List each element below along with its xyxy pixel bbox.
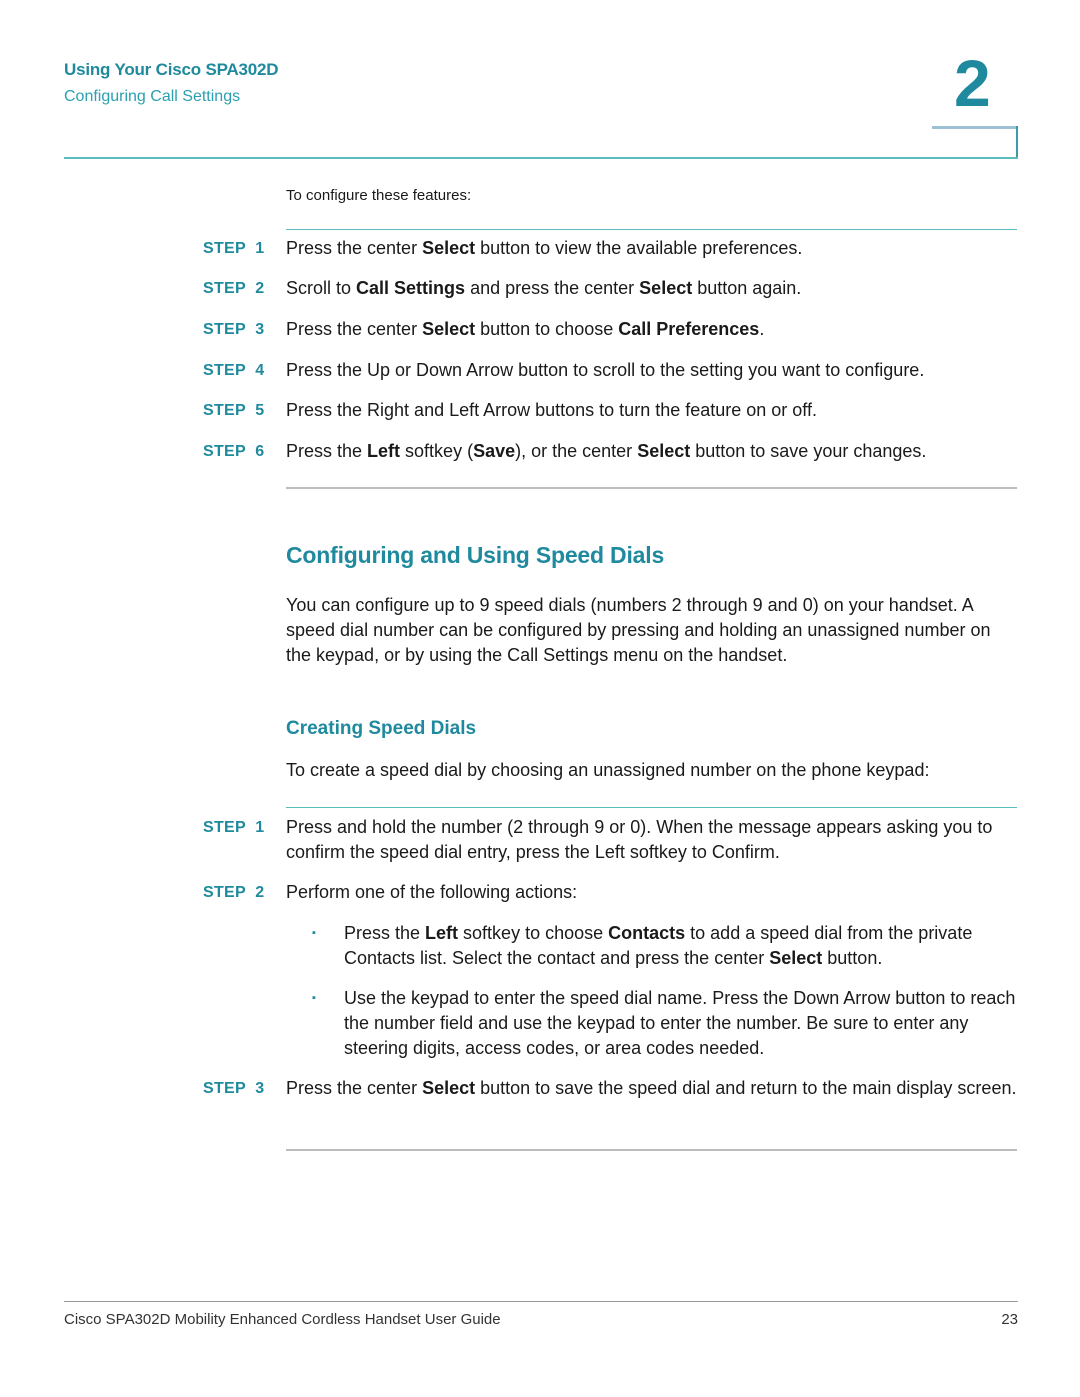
bold-term: Select	[769, 948, 823, 968]
chapter-box-side-rule	[1016, 126, 1018, 159]
step-label: STEP 3	[203, 1080, 265, 1097]
speed-dial-step: STEP 3 Press the center Select button to…	[203, 1076, 1018, 1101]
step-label: STEP 2	[203, 884, 265, 901]
step-label: STEP 5	[203, 402, 265, 419]
footer-divider	[64, 1301, 1018, 1302]
configure-step: STEP 2 Scroll to Call Settings and press…	[203, 276, 1018, 301]
bold-term: Left	[367, 441, 401, 461]
step-text: Press and hold the number (2 through 9 o…	[286, 817, 993, 862]
step-label: STEP 3	[203, 321, 265, 338]
footer-guide-title: Cisco SPA302D Mobility Enhanced Cordless…	[64, 1311, 501, 1328]
steps-bottom-divider	[286, 487, 1017, 489]
step-text: Press the Right and Left Arrow buttons t…	[286, 400, 817, 420]
step-label: STEP 1	[203, 819, 265, 836]
bold-term: Select	[422, 319, 476, 339]
bullet-text: Press the Left softkey to choose Contact…	[344, 923, 973, 968]
page-number: 23	[1001, 1311, 1018, 1328]
bold-term: Select	[639, 278, 693, 298]
step-label: STEP 6	[203, 443, 265, 460]
step-label: STEP 1	[203, 240, 265, 257]
section-breadcrumb: Configuring Call Settings	[64, 88, 241, 105]
section-paragraph: You can configure up to 9 speed dials (n…	[286, 595, 991, 665]
step-text: Press the center Select button to choose…	[286, 319, 765, 339]
section-title: Configuring and Using Speed Dials	[286, 542, 665, 568]
step-label: STEP 4	[203, 362, 265, 379]
bullet-icon: ▪	[312, 992, 316, 1004]
bold-term: Select	[422, 238, 476, 258]
step-label: STEP 2	[203, 280, 265, 297]
configure-intro: To configure these features:	[286, 187, 472, 204]
configure-step: STEP 5 Press the Right and Left Arrow bu…	[203, 398, 1018, 423]
action-bullet: ▪ Use the keypad to enter the speed dial…	[312, 986, 1018, 1061]
subsection-intro: To create a speed dial by choosing an un…	[286, 760, 930, 780]
step-text: Scroll to Call Settings and press the ce…	[286, 278, 802, 298]
step-text: Perform one of the following actions:	[286, 882, 578, 902]
chapter-number: 2	[954, 46, 991, 120]
steps-top-divider	[286, 229, 1017, 230]
header-divider	[64, 157, 1018, 159]
step-text: Press the Left softkey (Save), or the ce…	[286, 441, 927, 461]
speed-steps-top-divider	[286, 807, 1017, 808]
bold-term: Select	[422, 1078, 476, 1098]
bold-term: Left	[425, 923, 459, 943]
configure-step: STEP 3 Press the center Select button to…	[203, 317, 1018, 342]
bullet-icon: ▪	[312, 927, 316, 939]
configure-step: STEP 4 Press the Up or Down Arrow button…	[203, 358, 1018, 383]
bullet-text: Use the keypad to enter the speed dial n…	[344, 988, 1016, 1058]
bold-term: Call Settings	[356, 278, 466, 298]
configure-step: STEP 6 Press the Left softkey (Save), or…	[203, 439, 1018, 464]
step-text: Press the Up or Down Arrow button to scr…	[286, 360, 925, 380]
chapter-box-top-rule	[932, 126, 1018, 129]
action-bullet: ▪ Press the Left softkey to choose Conta…	[312, 921, 1018, 971]
bold-term: Call Preferences	[618, 319, 760, 339]
configure-step: STEP 1 Press the center Select button to…	[203, 236, 1018, 261]
subsection-title: Creating Speed Dials	[286, 718, 477, 739]
bold-term: Select	[637, 441, 691, 461]
speed-dial-step: STEP 1 Press and hold the number (2 thro…	[203, 815, 1018, 865]
step-text: Press the center Select button to save t…	[286, 1078, 1017, 1098]
bold-term: Contacts	[608, 923, 686, 943]
step-text: Press the center Select button to view t…	[286, 238, 803, 258]
speed-dial-step: STEP 2 Perform one of the following acti…	[203, 880, 1018, 905]
speed-steps-bottom-divider	[286, 1149, 1017, 1151]
bold-term: Save	[473, 441, 516, 461]
chapter-title: Using Your Cisco SPA302D	[64, 60, 279, 79]
